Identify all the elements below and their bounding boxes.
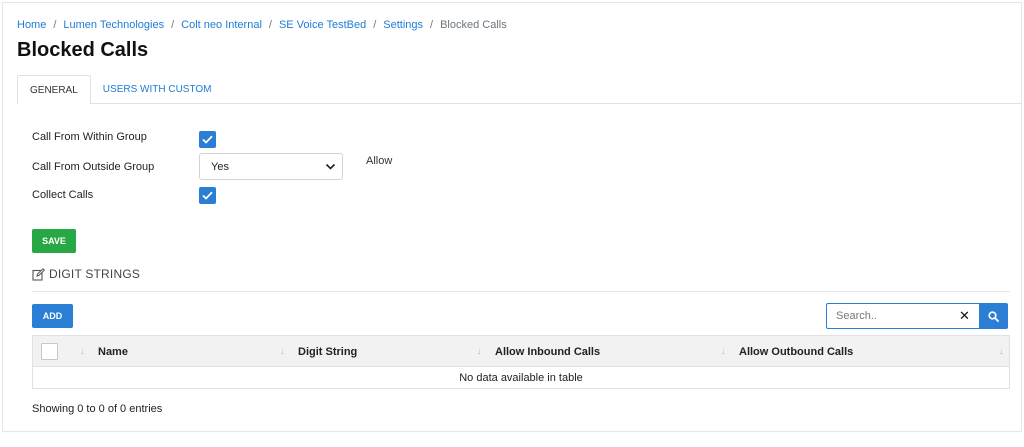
search-button[interactable] — [979, 303, 1008, 329]
call-within-group-label: Call From Within Group — [32, 131, 147, 143]
call-outside-group-hint: Allow — [366, 155, 393, 167]
breadcrumb-current: Blocked Calls — [440, 19, 507, 31]
sort-icon[interactable]: ↓ — [721, 346, 726, 356]
column-header-digit-string[interactable]: Digit String — [298, 336, 357, 367]
collect-calls-checkbox[interactable] — [199, 187, 216, 204]
breadcrumb-separator: / — [268, 19, 272, 31]
breadcrumb-separator: / — [53, 19, 57, 31]
sort-icon[interactable]: ↓ — [999, 346, 1004, 356]
digit-strings-table: ↓ Name ↓ Digit String ↓ Allow Inbound Ca… — [32, 335, 1010, 389]
column-header-allow-outbound[interactable]: Allow Outbound Calls — [739, 336, 853, 367]
page-title: Blocked Calls — [17, 39, 149, 61]
sort-icon[interactable]: ↓ — [80, 346, 85, 356]
breadcrumb-separator: / — [373, 19, 377, 31]
search-icon — [988, 310, 999, 322]
empty-table-message: No data available in table — [459, 371, 583, 384]
digit-strings-heading: DIGIT STRINGS — [32, 267, 140, 281]
edit-icon — [32, 267, 45, 281]
table-search: ✕ — [826, 303, 1008, 329]
call-within-group-checkbox[interactable] — [199, 131, 216, 148]
breadcrumb-enterprise[interactable]: Lumen Technologies — [63, 19, 164, 31]
close-icon[interactable]: ✕ — [959, 309, 970, 323]
checkmark-icon — [202, 191, 213, 200]
table-info: Showing 0 to 0 of 0 entries — [32, 403, 163, 415]
search-input[interactable] — [826, 303, 979, 329]
breadcrumb-separator: / — [171, 19, 175, 31]
breadcrumb: Home / Lumen Technologies / Colt neo Int… — [17, 17, 507, 33]
collect-calls-label: Collect Calls — [32, 189, 94, 201]
breadcrumb-settings[interactable]: Settings — [383, 19, 423, 31]
breadcrumb-separator: / — [430, 19, 434, 31]
sort-icon[interactable]: ↓ — [477, 346, 482, 356]
call-outside-group-select[interactable]: Yes — [199, 153, 343, 180]
breadcrumb-group[interactable]: SE Voice TestBed — [279, 19, 366, 31]
add-button[interactable]: ADD — [32, 304, 73, 328]
tab-general[interactable]: GENERAL — [17, 75, 91, 105]
chevron-down-icon — [325, 163, 336, 170]
digit-strings-title: DIGIT STRINGS — [49, 267, 141, 281]
breadcrumb-service-provider[interactable]: Colt neo Internal — [181, 19, 262, 31]
breadcrumb-home[interactable]: Home — [17, 19, 46, 31]
call-outside-group-label: Call From Outside Group — [32, 161, 155, 173]
checkmark-icon — [202, 135, 213, 144]
save-button[interactable]: SAVE — [32, 229, 76, 253]
tab-users-with-custom[interactable]: USERS WITH CUSTOM — [91, 75, 224, 104]
select-all-checkbox[interactable] — [41, 343, 58, 360]
sort-icon[interactable]: ↓ — [280, 346, 285, 356]
table-header: ↓ Name ↓ Digit String ↓ Allow Inbound Ca… — [33, 336, 1009, 367]
section-divider — [32, 291, 1010, 292]
column-header-name[interactable]: Name — [98, 336, 128, 367]
column-header-allow-inbound[interactable]: Allow Inbound Calls — [495, 336, 600, 367]
tab-bar: GENERAL USERS WITH CUSTOM — [17, 75, 1021, 105]
call-outside-group-value: Yes — [211, 160, 229, 173]
